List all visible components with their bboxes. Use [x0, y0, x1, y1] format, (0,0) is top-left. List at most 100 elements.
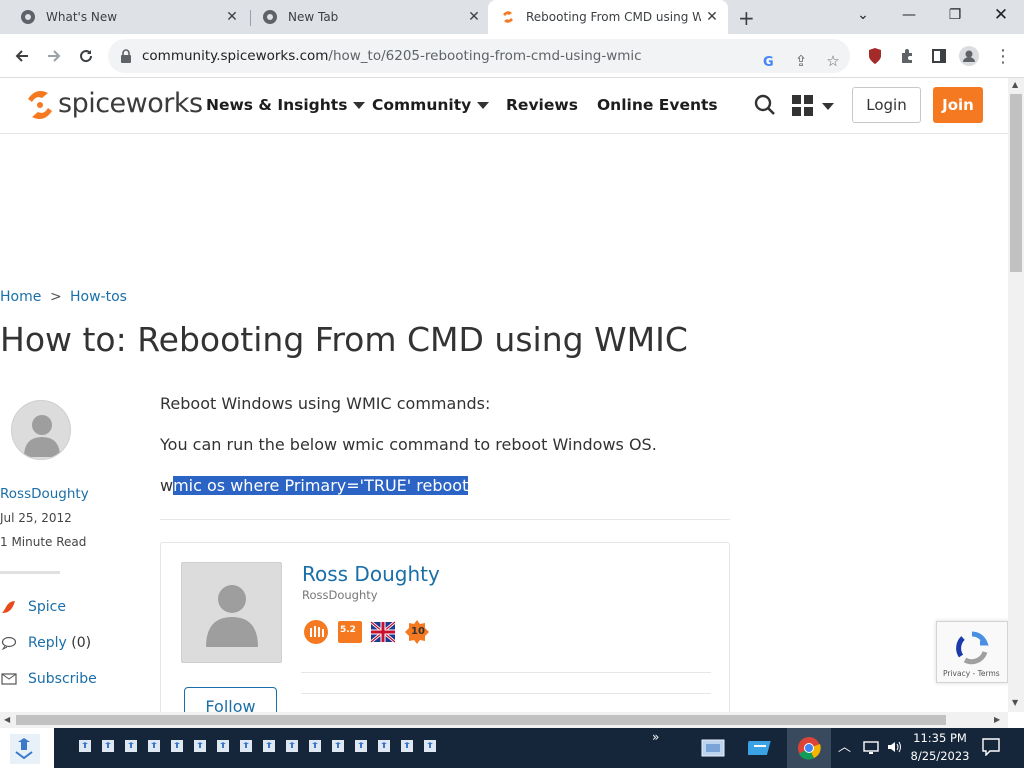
- taskbar-pinned-app-icon[interactable]: [216, 738, 230, 752]
- clock-time[interactable]: 11:35 PM: [910, 731, 970, 745]
- nav-online-events[interactable]: Online Events: [597, 96, 718, 114]
- uk-flag-icon[interactable]: [370, 619, 396, 645]
- tab-whats-new[interactable]: What's New ✕: [8, 0, 248, 34]
- taskbar-pinned-app-icon[interactable]: [193, 738, 207, 752]
- taskbar-overflow-chevron[interactable]: »: [652, 730, 659, 744]
- network-icon[interactable]: [863, 740, 879, 759]
- restore-button[interactable]: ❐: [932, 0, 978, 30]
- minimize-button[interactable]: —: [886, 0, 932, 30]
- spice-action[interactable]: Spice: [0, 599, 66, 615]
- author-card-handle: RossDoughty: [302, 588, 378, 602]
- extensions-puzzle-icon[interactable]: [896, 45, 918, 67]
- rank-badge-icon[interactable]: [303, 619, 329, 645]
- taskbar-pinned-app-icon[interactable]: [262, 738, 276, 752]
- close-icon[interactable]: ✕: [704, 9, 720, 25]
- extension-shield-icon[interactable]: [864, 45, 886, 67]
- url-path: /how_to/6205-rebooting-from-cmd-using-wm…: [328, 48, 642, 64]
- recycle-bin-icon[interactable]: [0, 728, 54, 768]
- url-text[interactable]: community.spiceworks.com/how_to/6205-reb…: [142, 48, 642, 64]
- chrome-taskbar-button[interactable]: [787, 728, 831, 768]
- site-logo-text[interactable]: spiceworks: [58, 88, 203, 119]
- sidebar-divider: [0, 571, 60, 574]
- breadcrumb-how-tos[interactable]: How-tos: [70, 289, 127, 305]
- horizontal-scroll-thumb[interactable]: [16, 715, 946, 725]
- author-username-link[interactable]: RossDoughty: [0, 486, 89, 502]
- lock-icon[interactable]: [120, 48, 132, 67]
- join-button[interactable]: Join: [933, 87, 983, 123]
- login-button[interactable]: Login: [852, 87, 921, 123]
- share-icon[interactable]: ⇪: [790, 50, 812, 72]
- recaptcha-widget[interactable]: Privacy - Terms: [936, 621, 1008, 683]
- nav-reviews[interactable]: Reviews: [506, 96, 578, 114]
- url-host: community.spiceworks.com: [142, 48, 329, 64]
- volume-icon[interactable]: [886, 739, 902, 759]
- taskbar-pinned-app-icon[interactable]: [170, 738, 184, 752]
- author-card-avatar[interactable]: [181, 562, 282, 663]
- nav-news-insights[interactable]: News & Insights: [206, 96, 366, 114]
- file-explorer-icon[interactable]: [700, 736, 726, 764]
- bookmark-star-icon[interactable]: ☆: [822, 50, 844, 72]
- back-button[interactable]: [8, 42, 36, 70]
- notepad-app-icon[interactable]: [744, 736, 774, 764]
- address-bar[interactable]: community.spiceworks.com/how_to/6205-reb…: [108, 39, 850, 73]
- caret-down-icon: [477, 102, 490, 109]
- recaptcha-privacy-terms[interactable]: Privacy - Terms: [943, 669, 1000, 678]
- profile-avatar-icon[interactable]: [958, 45, 980, 67]
- taskbar-pinned-app-icon[interactable]: [377, 738, 391, 752]
- google-translate-icon[interactable]: G: [758, 50, 780, 72]
- apps-grid-icon[interactable]: [791, 94, 815, 122]
- spiceworks-logo-icon[interactable]: [22, 87, 58, 127]
- count-badge[interactable]: 10: [404, 619, 430, 645]
- taskbar-pinned-app-icon[interactable]: [101, 738, 115, 752]
- tab-label: New Tab: [288, 10, 339, 24]
- close-window-button[interactable]: ✕: [978, 0, 1024, 30]
- nav-community[interactable]: Community: [372, 96, 490, 114]
- kebab-menu-icon[interactable]: ⋮: [992, 45, 1014, 67]
- scroll-up-arrow-icon[interactable]: ▲: [1012, 80, 1018, 89]
- subscribe-action[interactable]: Subscribe: [0, 671, 97, 687]
- notification-center-icon[interactable]: [982, 738, 1000, 760]
- taskbar-pinned-app-icon[interactable]: [400, 738, 414, 752]
- nav-label: News & Insights: [206, 96, 348, 114]
- vertical-scroll-thumb[interactable]: [1010, 94, 1022, 272]
- taskbar-pinned-app-icon[interactable]: [331, 738, 345, 752]
- caret-down-icon[interactable]: [822, 103, 834, 110]
- taskbar-pinned-app-icon[interactable]: [239, 738, 253, 752]
- taskbar-pinned-app-icon[interactable]: [285, 738, 299, 752]
- wmic-command[interactable]: wmic os where Primary='TRUE' reboot: [160, 476, 469, 495]
- taskbar-pinned-app-icon[interactable]: [78, 738, 92, 752]
- scroll-down-arrow-icon[interactable]: ▼: [1012, 698, 1018, 707]
- reload-button[interactable]: [72, 42, 100, 70]
- chrome-icon: [262, 9, 278, 25]
- pepper-icon: [0, 599, 18, 615]
- forward-button[interactable]: [40, 42, 68, 70]
- tab-search-icon[interactable]: ⌄: [840, 0, 886, 30]
- author-card-name[interactable]: Ross Doughty: [302, 562, 440, 586]
- horizontal-scrollbar[interactable]: ◀ ▶: [0, 712, 1008, 728]
- vertical-scrollbar[interactable]: ▲ ▼: [1008, 78, 1024, 712]
- scroll-right-arrow-icon[interactable]: ▶: [994, 715, 1000, 724]
- close-icon[interactable]: ✕: [224, 9, 240, 25]
- reply-action[interactable]: Reply (0): [0, 635, 91, 651]
- recaptcha-logo-icon: [953, 630, 991, 670]
- taskbar-pinned-app-icon[interactable]: [354, 738, 368, 752]
- scroll-left-arrow-icon[interactable]: ◀: [4, 715, 10, 724]
- side-panel-icon[interactable]: [928, 45, 950, 67]
- tab-new-tab[interactable]: New Tab ✕: [250, 0, 490, 34]
- clock-date[interactable]: 8/25/2023: [910, 749, 970, 763]
- level-badge[interactable]: 5.2: [337, 619, 363, 645]
- taskbar-pinned-app-icon[interactable]: [308, 738, 322, 752]
- show-hidden-icons-chevron-icon[interactable]: ︿: [838, 736, 851, 755]
- taskbar-pinned-app-icon[interactable]: [423, 738, 437, 752]
- post-date: Jul 25, 2012: [0, 511, 72, 525]
- card-divider: [301, 672, 711, 673]
- tab-active-article[interactable]: Rebooting From CMD using WMI ✕: [488, 0, 728, 34]
- new-tab-button[interactable]: +: [738, 6, 755, 30]
- search-icon[interactable]: [754, 94, 776, 120]
- close-icon[interactable]: ✕: [466, 9, 482, 25]
- taskbar-pinned-app-icon[interactable]: [124, 738, 138, 752]
- author-avatar[interactable]: [11, 400, 71, 460]
- taskbar-pinned-app-icon[interactable]: [147, 738, 161, 752]
- breadcrumb-home[interactable]: Home: [0, 289, 41, 305]
- envelope-icon: [0, 671, 18, 687]
